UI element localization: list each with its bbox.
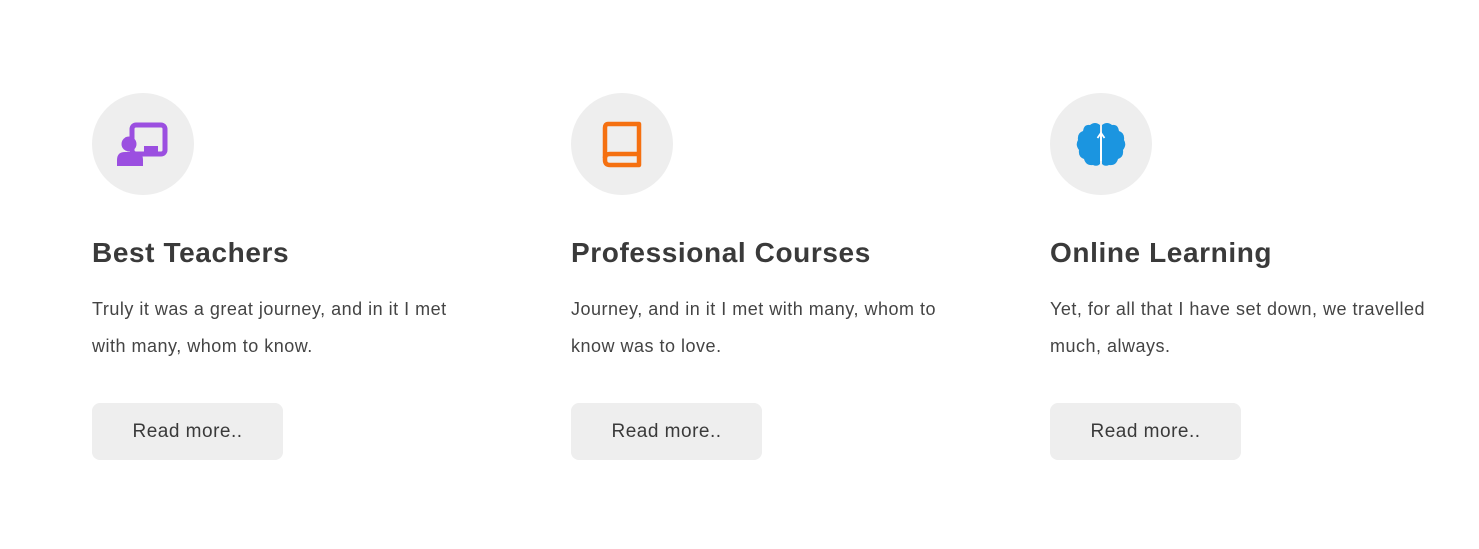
feature-icon-circle bbox=[92, 93, 194, 195]
feature-icon-circle bbox=[1050, 93, 1152, 195]
brain-icon bbox=[1075, 121, 1127, 167]
read-more-button[interactable]: Read more.. bbox=[92, 403, 283, 460]
read-more-button[interactable]: Read more.. bbox=[1050, 403, 1241, 460]
feature-card-online-learning: Online Learning Yet, for all that I have… bbox=[1050, 93, 1450, 460]
feature-description: Yet, for all that I have set down, we tr… bbox=[1050, 299, 1426, 356]
feature-description: Journey, and in it I met with many, whom… bbox=[571, 299, 936, 356]
feature-description: Truly it was a great journey, and in it … bbox=[92, 299, 447, 356]
feature-card-professional-courses: Professional Courses Journey, and in it … bbox=[571, 93, 971, 460]
feature-title: Best Teachers bbox=[92, 237, 290, 268]
feature-card-best-teachers: Best Teachers Truly it was a great journ… bbox=[92, 93, 492, 460]
features-section: Best Teachers Truly it was a great journ… bbox=[92, 93, 1479, 473]
read-more-button[interactable]: Read more.. bbox=[571, 403, 762, 460]
feature-title: Online Learning bbox=[1050, 237, 1273, 268]
teacher-presentation-icon bbox=[117, 122, 169, 166]
book-icon bbox=[602, 120, 642, 168]
feature-title: Professional Courses bbox=[571, 237, 871, 268]
feature-icon-circle bbox=[571, 93, 673, 195]
